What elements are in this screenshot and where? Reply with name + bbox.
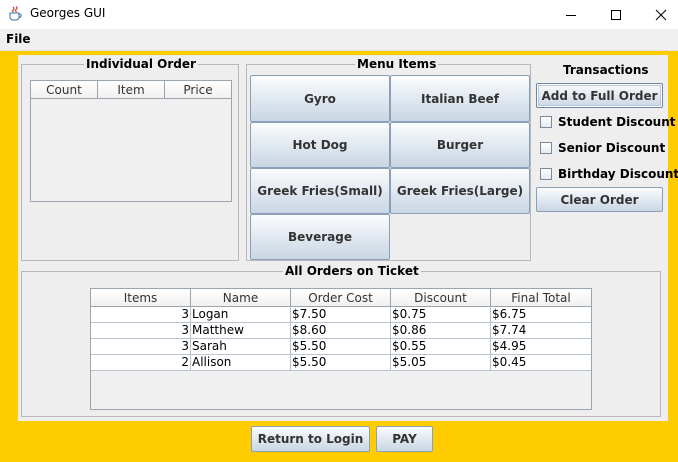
hot-dog-button[interactable]: Hot Dog [250, 122, 390, 168]
clear-order-button[interactable]: Clear Order [536, 187, 663, 212]
java-cup-icon [7, 5, 24, 22]
column-discount[interactable]: Discount [391, 289, 491, 306]
italian-beef-button[interactable]: Italian Beef [390, 75, 530, 122]
column-order-cost[interactable]: Order Cost [291, 289, 391, 306]
menu-items-title: Menu Items [355, 57, 439, 71]
cell-final-total: $4.95 [492, 339, 527, 353]
senior-discount-label: Senior Discount [558, 141, 666, 155]
cell-order-cost: $5.50 [291, 355, 391, 370]
menu-items-group: Menu Items Gyro Italian Beef Hot Dog Bur… [246, 57, 531, 261]
cell-items: 3 [91, 339, 191, 354]
cell-name: Allison [191, 355, 291, 370]
minimize-button[interactable] [548, 0, 594, 29]
birthday-discount-box[interactable] [540, 168, 552, 180]
title-bar: Georges GUI [0, 0, 678, 29]
table-row[interactable]: 3 Sarah $5.50 $0.55 $4.95 [91, 339, 591, 355]
greek-fries-large-button[interactable]: Greek Fries(Large) [390, 168, 530, 214]
birthday-discount-label: Birthday Discount [558, 167, 678, 181]
close-button[interactable] [638, 0, 678, 29]
student-discount-label: Student Discount [558, 115, 676, 129]
main-frame: Individual Order Count Item Price Menu I… [0, 51, 678, 462]
maximize-button[interactable] [593, 0, 639, 29]
cell-name: Logan [191, 307, 291, 322]
gyro-button[interactable]: Gyro [250, 75, 390, 122]
beverage-button[interactable]: Beverage [250, 214, 390, 260]
individual-order-table[interactable]: Count Item Price [30, 80, 232, 202]
senior-discount-box[interactable] [540, 142, 552, 154]
cell-discount: $0.86 [391, 323, 491, 338]
individual-order-title: Individual Order [84, 57, 198, 71]
cell-name: Sarah [191, 339, 291, 354]
column-final-total[interactable]: Final Total [491, 289, 591, 306]
cell-items: 2 [91, 355, 191, 370]
student-discount-checkbox[interactable]: Student Discount [540, 115, 676, 129]
menu-bar: File [0, 29, 678, 51]
cell-discount: $0.55 [391, 339, 491, 354]
cell-discount: $5.05 [391, 355, 491, 370]
cell-items: 3 [91, 323, 191, 338]
all-orders-table[interactable]: Items Name Order Cost Discount Final Tot… [90, 288, 592, 410]
cell-order-cost: $8.60 [291, 323, 391, 338]
window-title: Georges GUI [30, 6, 106, 20]
greek-fries-small-button[interactable]: Greek Fries(Small) [250, 168, 390, 214]
column-price[interactable]: Price [165, 81, 231, 98]
column-count[interactable]: Count [31, 81, 98, 98]
column-items[interactable]: Items [91, 289, 191, 306]
cell-final-total: $0.45 [492, 355, 527, 369]
transactions-title: Transactions [563, 63, 649, 77]
birthday-discount-checkbox[interactable]: Birthday Discount [540, 167, 678, 181]
column-name[interactable]: Name [191, 289, 291, 306]
table-row[interactable]: 3 Logan $7.50 $0.75 $6.75 [91, 307, 591, 323]
student-discount-box[interactable] [540, 116, 552, 128]
cell-discount: $0.75 [391, 307, 491, 322]
cell-order-cost: $7.50 [291, 307, 391, 322]
individual-order-header: Count Item Price [31, 81, 231, 99]
cell-order-cost: $5.50 [291, 339, 391, 354]
minimize-icon [566, 14, 576, 16]
cell-items: 3 [91, 307, 191, 322]
close-icon [655, 9, 667, 20]
all-orders-header: Items Name Order Cost Discount Final Tot… [91, 289, 591, 307]
all-orders-group: All Orders on Ticket Items Name Order Co… [21, 264, 661, 417]
cell-name: Matthew [191, 323, 291, 338]
content-panel: Individual Order Count Item Price Menu I… [18, 55, 678, 421]
all-orders-title: All Orders on Ticket [283, 264, 421, 278]
individual-order-group: Individual Order Count Item Price [21, 57, 239, 261]
cell-final-total: $7.74 [492, 323, 527, 337]
all-orders-body: 3 Logan $7.50 $0.75 $6.75 3 Matthew $8.6… [91, 307, 591, 371]
table-row[interactable]: 2 Allison $5.50 $5.05 $0.45 [91, 355, 591, 371]
pay-button[interactable]: PAY [376, 426, 433, 452]
maximize-icon [611, 9, 621, 20]
menu-file[interactable]: File [6, 32, 31, 46]
senior-discount-checkbox[interactable]: Senior Discount [540, 141, 665, 155]
table-row[interactable]: 3 Matthew $8.60 $0.86 $7.74 [91, 323, 591, 339]
cell-final-total: $6.75 [492, 307, 527, 321]
return-to-login-button[interactable]: Return to Login [251, 426, 370, 452]
burger-button[interactable]: Burger [390, 122, 530, 168]
add-to-full-order-button[interactable]: Add to Full Order [536, 83, 663, 108]
column-item[interactable]: Item [98, 81, 165, 98]
